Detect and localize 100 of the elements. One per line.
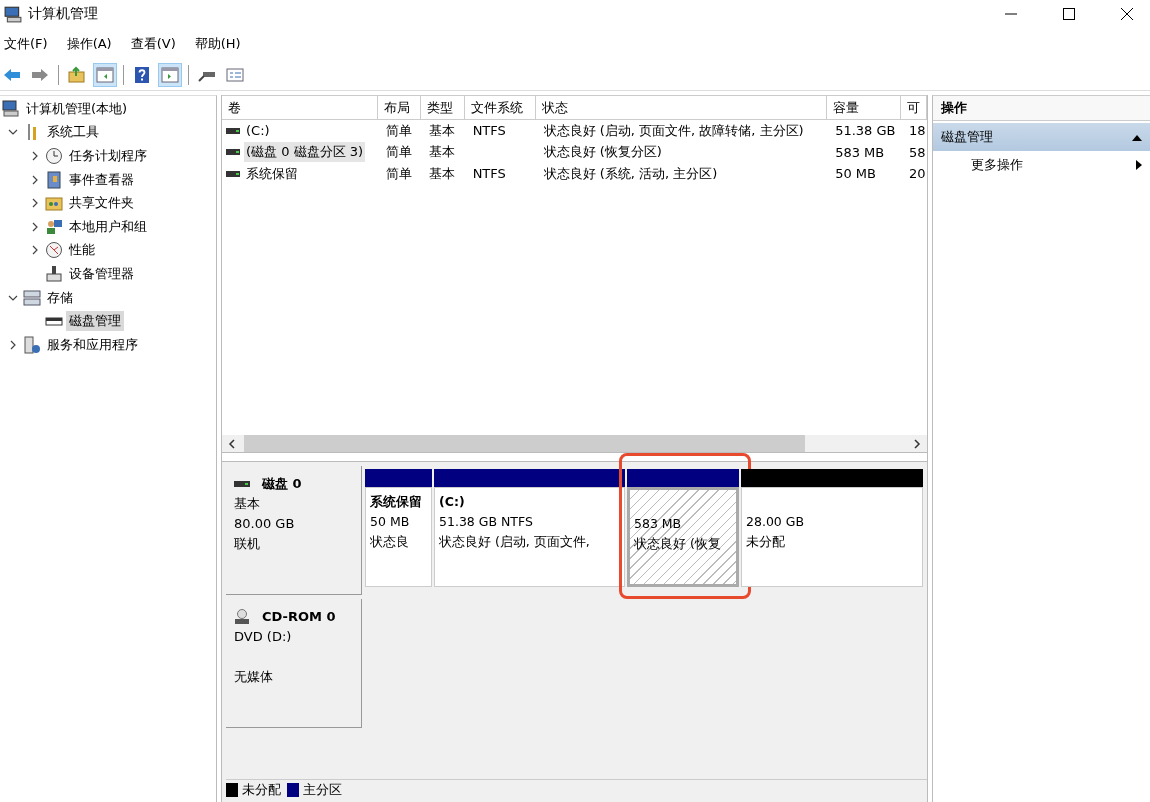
horizontal-scrollbar[interactable] xyxy=(222,435,927,452)
close-icon[interactable] xyxy=(1120,7,1134,21)
book-icon xyxy=(45,170,63,189)
scroll-right-icon[interactable] xyxy=(913,438,921,449)
table-cell-text: 基本 xyxy=(427,143,456,162)
collapsed-chevron-icon[interactable] xyxy=(30,151,40,161)
tree-item[interactable]: 性能 xyxy=(66,240,98,261)
column-header[interactable]: 卷 xyxy=(222,96,378,119)
volume-icon xyxy=(226,127,240,134)
table-cell-text: 状态良好 (启动, 页面文件, 故障转储, 主分区) xyxy=(542,121,805,140)
column-header[interactable]: 布局 xyxy=(377,96,421,119)
partition-status: 状态良好 (恢复 xyxy=(634,535,722,553)
users-icon xyxy=(45,217,63,236)
menu-item[interactable]: 帮助(H) xyxy=(194,35,241,53)
collapse-arrow-icon xyxy=(1132,133,1142,141)
column-header[interactable]: 容量 xyxy=(827,96,901,119)
table-cell-text: NTFS xyxy=(471,122,507,140)
table-cell-text: 50 MB xyxy=(834,165,877,183)
disk-name: CD-ROM 0 xyxy=(262,608,336,626)
disk-drive-icon xyxy=(234,480,250,488)
table-cell-text: 状态良好 (系统, 活动, 主分区) xyxy=(542,164,719,183)
disk-status: 无媒体 xyxy=(234,668,274,686)
tree-item[interactable]: 服务和应用程序 xyxy=(44,334,141,355)
partition-block[interactable]: 583 MB 状态良好 (恢复 xyxy=(627,487,739,587)
partition-status: 状态良好 (启动, 页面文件, xyxy=(439,533,591,551)
maximize-icon[interactable] xyxy=(1062,7,1076,21)
collapsed-chevron-icon[interactable] xyxy=(30,198,40,209)
tree-item[interactable]: 存储 xyxy=(44,287,76,308)
computer-icon xyxy=(4,5,22,23)
table-cell-text: 简单 xyxy=(384,164,413,183)
tree-item[interactable]: 事件查看器 xyxy=(66,169,137,190)
partition-block[interactable]: 系统保留 50 MB 状态良 xyxy=(365,487,432,587)
table-cell[interactable]: 系统保留 xyxy=(244,163,300,184)
partition-size: 583 MB xyxy=(634,515,683,533)
disk-info-panel[interactable]: CD-ROM 0 DVD (D:) 无媒体 xyxy=(226,599,362,728)
partition-name: 系统保留 xyxy=(370,493,423,511)
tree-item[interactable]: 本地用户和组 xyxy=(66,216,150,237)
table-cell-text: 18 xyxy=(908,122,927,140)
disk-info-panel[interactable]: 磁盘 0 基本 80.00 GB 联机 xyxy=(226,466,362,595)
more-actions-link[interactable]: 更多操作 xyxy=(971,156,1023,174)
table-cell-text: 基本 xyxy=(427,121,456,140)
menu-item[interactable]: 查看(V) xyxy=(130,35,176,53)
table-cell-text: 58 xyxy=(908,143,927,161)
tree-item[interactable]: 设备管理器 xyxy=(66,263,137,284)
submenu-arrow-icon xyxy=(1136,160,1142,170)
table-cell-text: 基本 xyxy=(427,164,456,183)
partition-status: 未分配 xyxy=(746,533,786,551)
device-icon xyxy=(45,264,63,283)
partition-size: 51.38 GB NTFS xyxy=(439,513,534,531)
tree-item[interactable]: 系统工具 xyxy=(44,122,102,143)
partition-name: (C:) xyxy=(439,493,466,511)
tree-item[interactable]: 计算机管理(本地) xyxy=(23,98,131,119)
menu-item[interactable]: 文件(F) xyxy=(4,35,48,53)
table-cell-text: 简单 xyxy=(384,121,413,140)
folder-icon xyxy=(45,194,63,213)
column-header[interactable]: 类型 xyxy=(420,96,465,119)
storage-icon xyxy=(23,288,41,307)
window-title: 计算机管理 xyxy=(28,5,98,23)
disk-size: 80.00 GB xyxy=(234,515,296,533)
table-cell-text: 状态良好 (恢复分区) xyxy=(542,143,663,162)
partition-size: 28.00 GB xyxy=(746,513,806,531)
tree-item[interactable]: 磁盘管理 xyxy=(66,311,124,332)
legend-label: 主分区 xyxy=(303,781,342,799)
computer-icon xyxy=(2,99,20,118)
disk-type: DVD (D:) xyxy=(234,628,293,646)
partition-block[interactable]: 28.00 GB 未分配 xyxy=(741,487,923,587)
gauge-icon xyxy=(45,241,63,260)
console-tree-icon[interactable] xyxy=(93,63,117,87)
tree-item[interactable]: 任务计划程序 xyxy=(66,146,150,166)
actions-section[interactable]: 磁盘管理 xyxy=(933,123,1150,151)
table-cell-text: NTFS xyxy=(471,165,507,183)
table-cell-text: 20 xyxy=(908,165,927,183)
disk-status: 联机 xyxy=(234,535,261,553)
disk-name: 磁盘 0 xyxy=(262,475,302,493)
volume-icon xyxy=(226,170,240,177)
tree-item[interactable]: 共享文件夹 xyxy=(66,193,137,214)
table-cell-text: 简单 xyxy=(384,143,413,162)
clock-icon xyxy=(45,147,63,165)
column-header[interactable]: 文件系统 xyxy=(464,96,536,119)
table-cell-text: 583 MB xyxy=(834,143,886,161)
menu-item[interactable]: 操作(A) xyxy=(66,35,112,53)
partition-status: 状态良 xyxy=(370,533,410,551)
legend-label: 未分配 xyxy=(242,781,281,799)
optical-drive-icon xyxy=(234,609,250,625)
column-header[interactable]: 可 xyxy=(901,96,927,119)
actions-header: 操作 xyxy=(933,96,1150,121)
collapsed-chevron-icon[interactable] xyxy=(8,339,18,350)
collapsed-chevron-icon[interactable] xyxy=(30,245,40,256)
volume-icon xyxy=(226,149,240,156)
column-header[interactable]: 状态 xyxy=(535,96,828,119)
table-cell[interactable]: (磁盘 0 磁盘分区 3) xyxy=(244,142,366,163)
partition-block[interactable]: (C:) 51.38 GB NTFS 状态良好 (启动, 页面文件, xyxy=(434,487,625,587)
table-cell-text: 51.38 GB xyxy=(834,122,897,140)
table-cell[interactable]: (C:) xyxy=(244,122,272,140)
collapsed-chevron-icon[interactable] xyxy=(30,221,40,232)
collapsed-chevron-icon[interactable] xyxy=(30,174,40,185)
scroll-left-icon[interactable] xyxy=(228,438,236,449)
server-icon xyxy=(23,335,41,354)
disk-type: 基本 xyxy=(234,495,261,513)
partition-size: 50 MB xyxy=(370,513,411,531)
